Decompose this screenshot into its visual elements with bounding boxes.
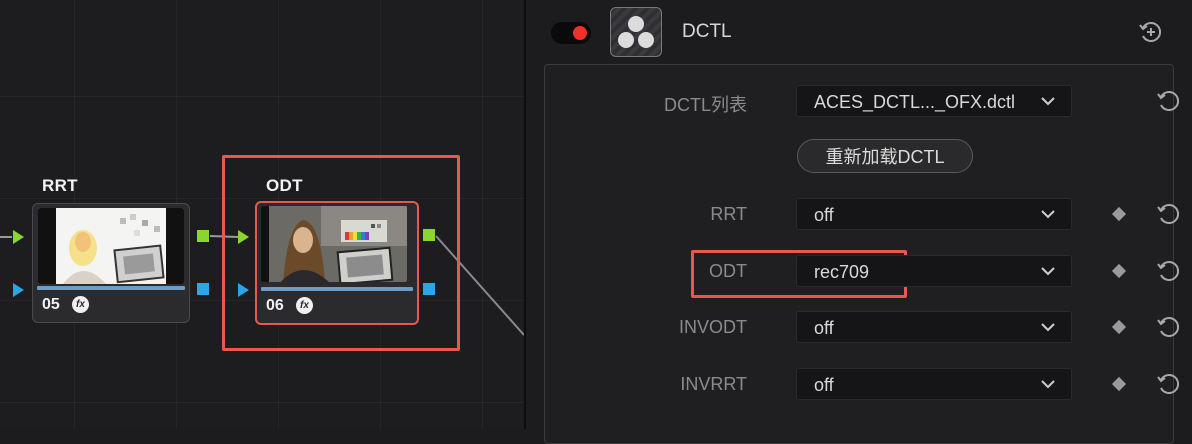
reset-icon[interactable] (1156, 371, 1182, 402)
rrt-dropdown[interactable]: off (796, 198, 1072, 230)
fx-icon: fx (72, 296, 89, 313)
rrt-rgb-output-port[interactable] (197, 230, 209, 242)
chevron-down-icon (1041, 97, 1055, 106)
node-odt[interactable]: 06 fx (255, 201, 419, 325)
chevron-down-icon (1041, 380, 1055, 389)
node-graph[interactable]: RRT 05 fx ODT 06 fx (0, 0, 524, 429)
odt-label: ODT (709, 261, 747, 281)
rrt-alpha-output-port[interactable] (197, 283, 209, 295)
reset-icon[interactable] (1156, 88, 1182, 119)
node-rrt[interactable]: 05 fx (32, 203, 190, 323)
keyframe-diamond-icon[interactable] (1111, 319, 1127, 335)
rrt-alpha-input-port[interactable] (13, 283, 24, 297)
invodt-dropdown[interactable]: off (796, 311, 1072, 343)
odt-alpha-output-port[interactable] (423, 283, 435, 295)
keyframe-diamond-icon[interactable] (1111, 263, 1127, 279)
node-odt-number: 06 (266, 297, 284, 314)
fx-icon: fx (296, 297, 313, 314)
odt-value: rec709 (814, 262, 870, 282)
odt-rgb-input-port[interactable] (238, 230, 249, 244)
node-odt-thumbnail (261, 206, 407, 282)
plugin-title: DCTL (682, 21, 732, 42)
invodt-value: off (814, 318, 834, 338)
invrrt-dropdown[interactable]: off (796, 368, 1072, 400)
dctl-settings-panel: DCTL列表 ACES_DCTL..._OFX.dctl 重新加载DCTL RR… (544, 64, 1180, 444)
rrt-value: off (814, 205, 834, 225)
dctl-list-label: DCTL列表 (663, 95, 747, 115)
dctl-list-value: ACES_DCTL..._OFX.dctl (814, 92, 1016, 112)
odt-alpha-input-port[interactable] (238, 283, 249, 297)
reset-icon[interactable] (1156, 258, 1182, 289)
add-reset-icon[interactable] (1138, 19, 1164, 50)
reset-icon[interactable] (1156, 314, 1182, 345)
node-rrt-thumbnail (38, 208, 184, 284)
dctl-inspector: DCTL DCTL列表 ACES_DCTL..._OFX.dctl 重新加载DC… (526, 0, 1192, 444)
node-label-rrt: RRT (42, 176, 78, 195)
rrt-rgb-input-port[interactable] (13, 230, 24, 244)
dctl-list-dropdown[interactable]: ACES_DCTL..._OFX.dctl (796, 85, 1072, 117)
rrt-label: RRT (710, 204, 747, 224)
odt-dropdown[interactable]: rec709 (796, 255, 1072, 287)
invrrt-label: INVRRT (680, 374, 747, 394)
chevron-down-icon (1041, 210, 1055, 219)
invodt-label: INVODT (678, 317, 747, 337)
node-label-odt: ODT (266, 176, 303, 195)
reset-icon[interactable] (1156, 201, 1182, 232)
reload-dctl-button[interactable]: 重新加载DCTL (797, 139, 973, 173)
keyframe-diamond-icon[interactable] (1111, 376, 1127, 392)
chevron-down-icon (1041, 267, 1055, 276)
node-rrt-bar (37, 286, 185, 290)
davinci-resolve-logo-icon (610, 7, 662, 57)
chevron-down-icon (1041, 323, 1055, 332)
node-odt-bar (261, 287, 413, 291)
plugin-enable-toggle[interactable] (551, 22, 591, 44)
toggle-on-indicator (573, 26, 587, 40)
node-rrt-number: 05 (42, 296, 60, 313)
odt-rgb-output-port[interactable] (423, 229, 435, 241)
keyframe-diamond-icon[interactable] (1111, 206, 1127, 222)
invrrt-value: off (814, 375, 834, 395)
